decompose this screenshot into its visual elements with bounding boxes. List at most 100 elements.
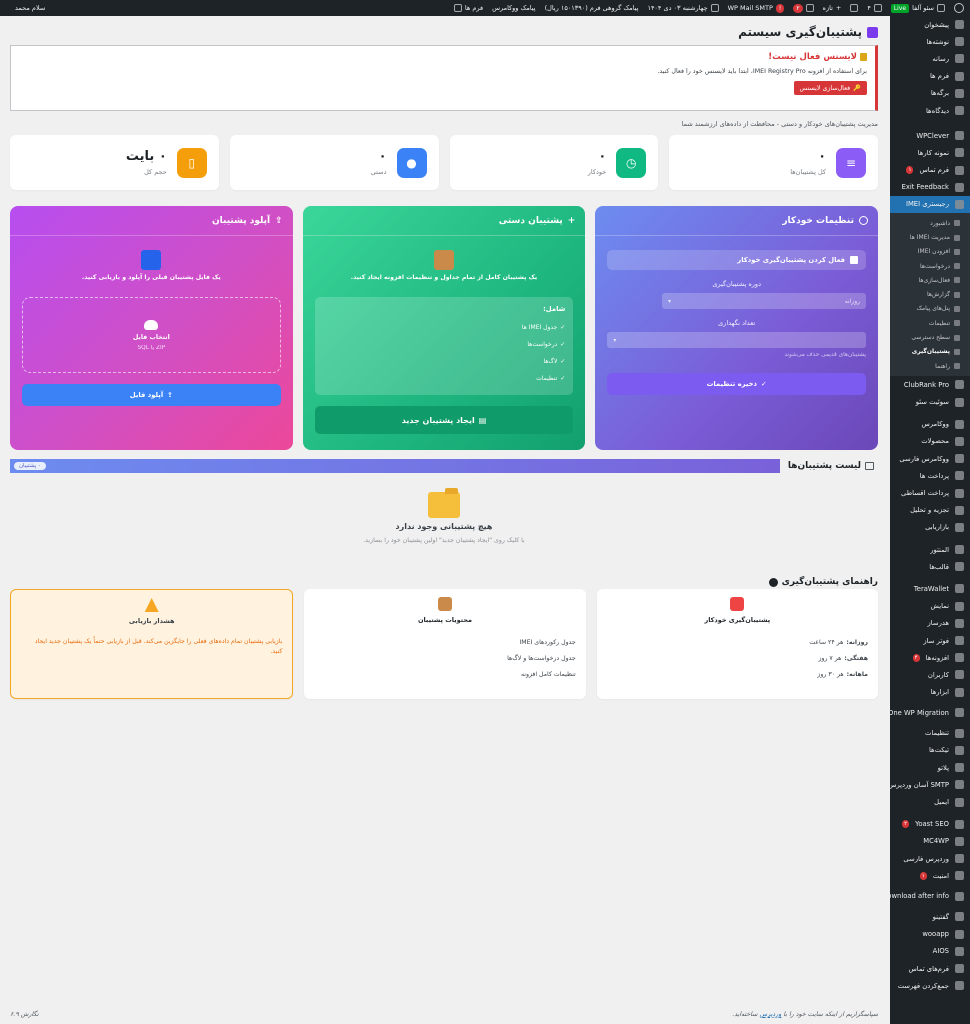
sidebar-item[interactable]: رجیستری IMEI [890,195,970,214]
sidebar-item[interactable]: جمع‌کردن فهرست [890,977,970,994]
account-menu[interactable]: سلام محمد [15,4,45,12]
submenu-item[interactable]: افزودن IMEI [890,245,970,259]
sidebar-item[interactable]: All-in-One WP Migration [868,701,970,725]
sidebar-item[interactable]: دیدگاه‌ها [890,102,970,119]
checkbox[interactable] [850,256,858,264]
comments-menu[interactable] [850,4,859,12]
chevron-down-icon: ▾ [668,297,672,305]
sidebar-item[interactable]: کاربران [890,666,970,683]
smtp-menu[interactable]: ! WP Mail SMTP [728,3,785,13]
keep-count-select[interactable]: ▾ [607,332,866,348]
sidebar-item[interactable]: افزونه‌ها ۴ [890,649,970,666]
menu-icon [955,471,964,481]
empty-state: هیچ پشتیبانی وجود ندارد با کلیک روی "ایج… [10,488,878,544]
save-settings-button[interactable]: ✓ ذخیره تنظیمات [607,373,866,395]
sidebar-item[interactable]: امنیت ۱ [890,867,970,884]
submenu-item[interactable]: پنل‌های پیامک [890,302,970,316]
sidebar-item[interactable]: المنتور [890,541,970,558]
submenu-item[interactable]: مدیریت IMEI ها [890,230,970,244]
file-icon: ▯ [176,147,207,178]
floppy-disk-icon [867,26,878,38]
menu-icon [955,37,964,47]
sidebar-item[interactable]: محصولات [890,433,970,450]
sidebar-item[interactable]: Exit Feedback [890,179,970,196]
file-dropzone[interactable]: انتخاب فایل ZIP یا SQL [21,297,281,373]
sidebar-item[interactable]: پرداخت ها [890,467,970,484]
submenu-item[interactable]: درخواست‌ها [890,259,970,273]
sidebar-item[interactable]: هدرساز [890,615,970,632]
submenu-item[interactable]: داشبورد [890,216,970,230]
list-icon [865,462,874,470]
sidebar-item[interactable]: نمونه کارها [890,144,970,161]
list-item: ماهانه: هر ۳۰ روز [817,670,868,678]
sidebar-item[interactable]: ابزارها [890,684,970,701]
sidebar-item[interactable]: فرم تماس ۱ [890,162,970,179]
site-name-menu[interactable]: سئو آلفا Live [890,3,945,13]
sidebar-item[interactable]: فرم‌های تماس [890,960,970,977]
guide-title: راهنمای پشتیبان‌گیری [768,577,878,587]
woo-sms-menu[interactable]: پیامک ووکامرس [492,4,535,12]
submenu-item[interactable]: سطح دسترسی [890,330,970,344]
activate-license-button[interactable]: 🔑 فعال‌سازی لایسنس [793,81,867,95]
box-icon [434,250,454,270]
submenu-item[interactable]: تنظیمات [890,316,970,330]
period-select[interactable]: روزانه ▾ [662,293,866,309]
upload-file-button[interactable]: ⇪ آپلود فایل [21,384,281,406]
sidebar-item[interactable]: نمایش [890,598,970,615]
menu-icon [955,670,964,680]
sidebar-item[interactable]: ووکامرس فارسی [890,450,970,467]
check-icon: ✓ [761,380,767,388]
sidebar-item[interactable]: ووکامرس [890,416,970,433]
sidebar-item[interactable]: تجزیه و تحلیل [890,502,970,519]
sidebar-item[interactable]: تیکت‌ها [890,742,970,759]
sidebar-item[interactable]: AIOS [890,943,970,960]
sidebar-item[interactable]: ایمیل [890,793,970,810]
sidebar-item[interactable]: Download after info [882,884,970,908]
forms-menu[interactable]: فرم ها [453,4,483,12]
wp-logo-menu[interactable] [954,3,964,13]
wp-version: نگارش ۶.۹ [10,1011,39,1018]
sidebar-item[interactable]: MC4WP [890,833,970,850]
guide-cards: پشتیبان‌گیری خودکار روزانه: هر ۲۴ ساعت هف… [10,589,878,699]
sidebar-item[interactable]: رسانه [890,50,970,67]
upload-backup-panel: ⇪ آپلود پشتیبان یک فایل پشتیبان قبلی را آ… [9,206,293,450]
sidebar-item[interactable]: SMTP آسان وردپرس [888,776,970,793]
sidebar-item[interactable]: ClubRank Pro [890,376,970,393]
submenu-item[interactable]: گزارش‌ها [890,288,970,302]
live-badge: Live [890,3,910,13]
create-backup-button[interactable]: ▤ ایجاد پشتیبان جدید [314,406,574,434]
sidebar-item[interactable]: بازاریابی [890,519,970,536]
sidebar-item[interactable]: پیشخوان [890,16,970,33]
sidebar-item[interactable]: فرم ها [890,68,970,85]
count-badge: ۱ [906,166,914,175]
submenu-item[interactable]: فعال‌سازی‌ها [890,273,970,287]
wordpress-link[interactable]: وردپرس [760,1011,782,1018]
updates-menu[interactable]: ۴ [867,4,882,12]
sidebar-item[interactable]: فوتر ساز [890,632,970,649]
menu-icon [955,562,964,572]
sidebar-item[interactable]: Yoast SEO ۲ [890,816,970,833]
submenu-icon [954,234,960,241]
seo-menu[interactable]: ۲ [793,3,814,13]
enable-auto-backup-checkbox[interactable]: فعال کردن پشتیبان‌گیری خودکار [607,250,866,270]
sidebar-item[interactable]: قالب‌ها [890,558,970,575]
sidebar-item[interactable]: تنظیمات [890,725,970,742]
new-content-menu[interactable]: + تازه [823,4,842,12]
sidebar-item[interactable]: وردپرس فارسی [890,850,970,867]
page-subtitle: مدیریت پشتیبان‌های خودکار و دستی - محافظ… [681,120,878,128]
list-item: جدول رکوردهای IMEI [519,638,576,646]
sidebar-item[interactable]: گفتینو [890,908,970,925]
sidebar-item[interactable]: WPClever [890,127,970,144]
submenu-item[interactable]: راهنما [890,359,970,373]
auto-panel-title: تنظیمات خودکار [782,215,854,226]
sidebar-item[interactable]: پلاتو [890,759,970,776]
sidebar-item[interactable]: TeraWallet [890,580,970,597]
stat-size: ▯ ۰ بایت حجم کل [10,135,219,190]
sidebar-item[interactable]: سوئیت سئو [890,394,970,411]
sidebar-item[interactable]: نوشته‌ها [890,33,970,50]
sms-menu[interactable]: پیامک گروهی فرم (۱۵۰۱۳۹۰ ریال) [545,4,639,12]
sidebar-item[interactable]: برگه‌ها [890,85,970,102]
submenu-item[interactable]: پشتیبان‌گیری [890,345,970,359]
sidebar-item[interactable]: پرداخت اقساطی [890,484,970,501]
sidebar-item[interactable]: wooapp [890,926,970,943]
